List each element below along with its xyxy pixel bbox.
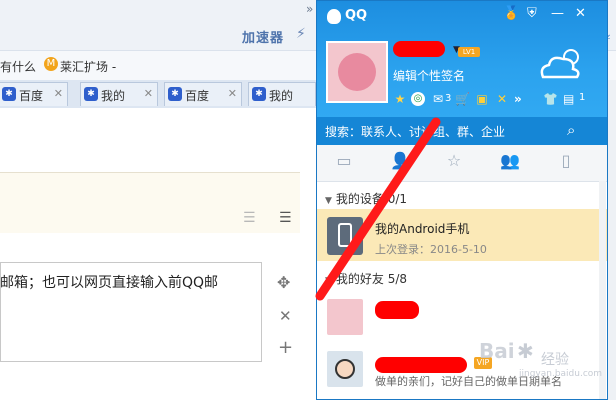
browser-tab[interactable]: ✱ 百度 ✕ (0, 82, 68, 106)
bookmark-favicon-icon: M (44, 57, 58, 71)
tab-messages-icon[interactable]: ▭ (331, 151, 357, 173)
group-devices[interactable]: ▼ 我的设备 0/1 (325, 190, 407, 207)
tab-favorites-icon[interactable]: ☆ (441, 151, 467, 173)
avatar[interactable] (326, 41, 388, 103)
watermark-url: jingyan.baidu.com (519, 369, 603, 379)
more-apps-icon[interactable]: » (514, 92, 522, 106)
browser-tab[interactable]: ✱ 我的 (248, 82, 316, 106)
tab-groups-icon[interactable]: 👥 (497, 151, 523, 173)
numbered-list-icon[interactable]: ☰ (243, 210, 256, 226)
toolbar-more-icon[interactable]: » (306, 2, 313, 16)
friend-avatar[interactable] (327, 299, 363, 335)
expand-icon: ▼ (325, 196, 332, 206)
tab-label: 百度 (185, 89, 210, 103)
tab-label: 百度 (19, 89, 44, 103)
tab-contacts-icon[interactable]: 👤 (387, 151, 413, 173)
search-icon[interactable]: ⌕ (567, 121, 575, 139)
close-icon[interactable]: ✕ (575, 6, 586, 21)
expand-icon: ▼ (325, 276, 332, 286)
baidu-paw-icon: ✱ (84, 87, 98, 101)
add-icon[interactable]: + (278, 337, 293, 358)
weather-icon[interactable] (537, 43, 587, 83)
watermark-brand: Bai (479, 339, 515, 363)
tab-close-icon[interactable]: ✕ (144, 87, 153, 100)
browser-tab[interactable]: ✱ 百度 ✕ (164, 82, 242, 106)
shield-icon[interactable]: ⛨ (527, 6, 537, 21)
close-icon[interactable]: ✕ (279, 307, 292, 325)
app-manager-icon[interactable]: ▤ (563, 92, 574, 106)
bolt-icon[interactable]: ⚡ (296, 26, 306, 42)
accelerator-button[interactable]: 加速器 (242, 27, 284, 46)
bookmark-item[interactable]: 有什么 (0, 58, 36, 75)
mail-count: 3 (445, 93, 452, 104)
qq-title: QQ (345, 8, 368, 23)
app-count: 1 (579, 92, 586, 103)
tab-label: 我的 (101, 89, 126, 103)
star-icon[interactable]: ★ (393, 92, 407, 106)
watermark-suffix: 经验 (541, 352, 569, 368)
android-phone-icon (327, 217, 363, 255)
tab-close-icon[interactable]: ✕ (228, 87, 237, 100)
baidu-paw-icon: ✱ (2, 87, 16, 101)
minimize-icon[interactable]: — (551, 6, 564, 21)
device-name: 我的Android手机 (375, 222, 470, 236)
editor-text: 邮箱；也可以网页直接输入前QQ邮 (0, 275, 219, 291)
skin-icon[interactable]: 👕 (543, 92, 558, 106)
friend-avatar[interactable] (327, 351, 363, 387)
qq-penguin-icon (327, 9, 341, 24)
group-friends[interactable]: ▼ 我的好友 5/8 (325, 270, 407, 287)
bullet-list-icon[interactable]: ☰ (279, 210, 292, 226)
tools-icon[interactable]: ✕ (495, 92, 509, 106)
wallet-icon[interactable]: ▣ (475, 92, 489, 106)
username-redaction (393, 41, 445, 57)
friend-name-redaction (375, 301, 419, 319)
contact-list-scrollbar[interactable] (599, 181, 606, 399)
cart-icon[interactable]: 🛒 (455, 92, 470, 106)
move-icon[interactable]: ✥ (277, 273, 290, 292)
tab-label: 我的 (269, 89, 294, 103)
medal-icon[interactable]: 🏅 (503, 6, 519, 21)
device-last-login: 上次登录：2016-5-10 (375, 243, 487, 256)
tab-phone-icon[interactable]: ▯ (553, 151, 579, 173)
friend-name-redaction (375, 357, 467, 373)
bookmark-item[interactable]: 莱汇扩场 - (60, 58, 116, 75)
tab-close-icon[interactable]: ✕ (54, 87, 63, 100)
zone-icon[interactable]: ◎ (411, 92, 425, 106)
page-scrollbar[interactable] (607, 80, 616, 400)
baidu-paw-icon: ✱ (252, 87, 266, 101)
signature-field[interactable]: 编辑个性签名 (393, 67, 465, 84)
search-input[interactable]: 搜索：联系人、讨论组、群、企业 (325, 123, 505, 140)
group-label: 我的设备 0/1 (335, 192, 408, 206)
mail-icon[interactable]: ✉ (431, 92, 445, 106)
level-badge: LV1 (458, 47, 480, 57)
group-label: 我的好友 5/8 (335, 272, 408, 286)
baidu-paw-icon: ✱ (517, 339, 534, 363)
browser-tab[interactable]: ✱ 我的 ✕ (80, 82, 158, 106)
qq-window: QQ 🏅 ⛨ — ✕ ▼ LV1 编辑个性签名 ★ ◎ ✉ 3 🛒 ▣ ✕ » … (316, 0, 608, 400)
baidu-paw-icon: ✱ (168, 87, 182, 101)
